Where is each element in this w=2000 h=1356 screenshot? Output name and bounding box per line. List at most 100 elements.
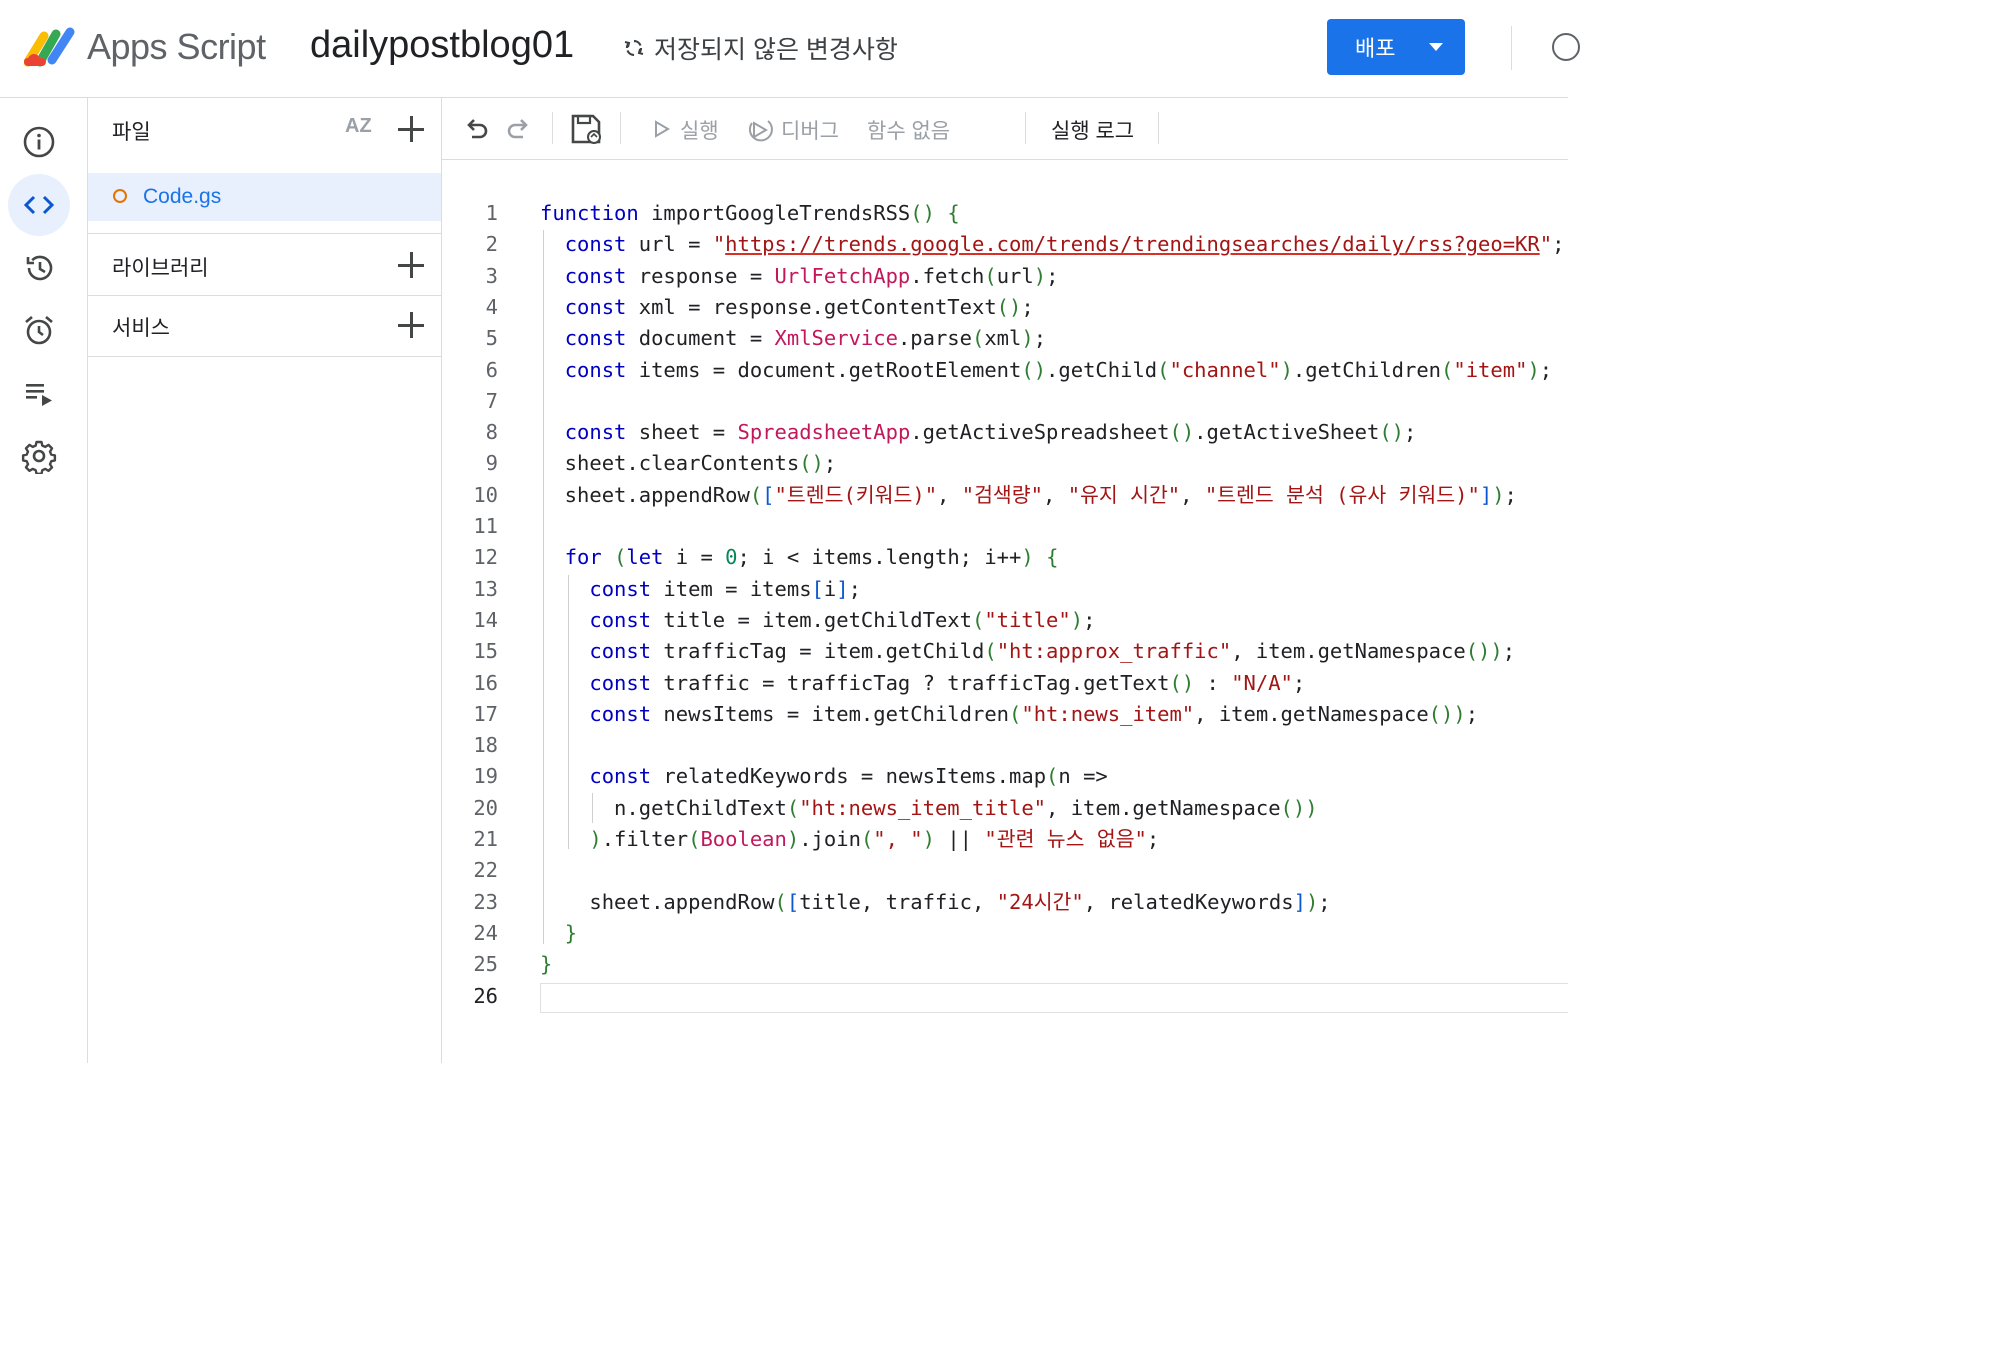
line-source: const traffic = trafficTag ? trafficTag.… — [589, 670, 1306, 695]
line-source: const items = document.getRootElement().… — [564, 357, 1553, 382]
function-select[interactable]: 함수 없음 — [867, 115, 950, 145]
code-line[interactable]: 1 function importGoogleTrendsRSS() { — [442, 198, 1568, 229]
save-icon[interactable] — [569, 112, 603, 146]
line-source: const xml = response.getContentText(); — [564, 294, 1034, 319]
code-line[interactable]: 2 const url = "https://trends.google.com… — [442, 229, 1568, 260]
line-number: 7 — [485, 388, 498, 413]
code-icon — [23, 195, 55, 215]
settings-button[interactable] — [8, 425, 70, 487]
header-divider — [1511, 26, 1512, 70]
line-number: 8 — [485, 420, 498, 445]
line-source: const relatedKeywords = newsItems.map(n … — [589, 764, 1108, 789]
line-source: n.getChildText("ht:news_item_title", ite… — [540, 795, 1318, 820]
help-icon[interactable] — [1552, 33, 1580, 61]
code-line[interactable]: 6 const items = document.getRootElement(… — [442, 355, 1568, 386]
line-number: 17 — [473, 701, 498, 726]
code-line[interactable]: 18 — [442, 730, 1568, 761]
code-line[interactable]: 26 — [442, 981, 1568, 1012]
file-item-code-gs[interactable]: Code.gs — [88, 173, 441, 221]
editor-toolbar: 실행 디버그 함수 없음 실행 로그 — [442, 98, 1568, 160]
code-line[interactable]: 4 const xml = response.getContentText(); — [442, 292, 1568, 323]
libraries-section[interactable]: 라이브러리 — [88, 234, 441, 296]
code-line[interactable]: 10 sheet.appendRow(["트렌드(키워드)", "검색량", "… — [442, 480, 1568, 511]
libraries-label: 라이브러리 — [112, 257, 209, 280]
project-title[interactable]: dailypostblog01 — [310, 24, 574, 67]
code-line[interactable]: 5 const document = XmlService.parse(xml)… — [442, 323, 1568, 354]
overview-button[interactable] — [8, 111, 70, 173]
code-line[interactable]: 23 sheet.appendRow([title, traffic, "24시… — [442, 887, 1568, 918]
execution-log-button[interactable]: 실행 로그 — [1051, 115, 1134, 145]
code-line[interactable]: 8 const sheet = SpreadsheetApp.getActive… — [442, 417, 1568, 448]
toolbar-divider — [1025, 112, 1026, 144]
redo-icon[interactable] — [505, 115, 533, 143]
line-source: const trafficTag = item.getChild("ht:app… — [589, 639, 1516, 664]
line-source: const url = "https://trends.google.com/t… — [564, 232, 1565, 257]
line-number: 21 — [473, 827, 498, 851]
code-line[interactable]: 20 n.getChildText("ht:news_item_title", … — [442, 793, 1568, 824]
history-button[interactable] — [8, 237, 70, 299]
triggers-button[interactable] — [8, 299, 70, 361]
add-file-icon[interactable] — [398, 116, 424, 142]
sync-icon — [624, 39, 644, 57]
line-number: 26 — [473, 983, 498, 1008]
code-line[interactable]: 3 const response = UrlFetchApp.fetch(url… — [442, 261, 1568, 292]
add-service-icon[interactable] — [398, 312, 424, 338]
deploy-button-label: 배포 — [1355, 36, 1396, 61]
history-icon — [26, 255, 53, 281]
line-source: const newsItems = item.getChildren("ht:n… — [589, 701, 1479, 726]
run-icon[interactable] — [654, 120, 670, 138]
line-source: const response = UrlFetchApp.fetch(url); — [564, 263, 1059, 288]
editor-button[interactable] — [8, 174, 70, 236]
code-line[interactable]: 12 for (let i = 0; i < items.length; i++… — [442, 542, 1568, 573]
code-line[interactable]: 25} — [442, 949, 1568, 980]
apps-script-logo-icon[interactable] — [24, 26, 78, 68]
code-line[interactable]: 17 const newsItems = item.getChildren("h… — [442, 699, 1568, 730]
executions-icon — [26, 384, 52, 406]
undo-icon[interactable] — [462, 115, 490, 143]
files-panel: 파일 AZ Code.gs 라이브러리 서비스 — [88, 98, 442, 1063]
line-number: 20 — [473, 795, 498, 820]
debug-icon[interactable] — [748, 117, 774, 143]
app-name[interactable]: Apps Script — [87, 26, 266, 68]
sort-az-icon[interactable]: AZ — [345, 115, 372, 138]
line-number: 15 — [473, 639, 498, 664]
toolbar-divider — [1158, 112, 1159, 144]
line-number: 14 — [473, 607, 498, 632]
line-source: const item = items[i]; — [589, 576, 861, 601]
line-number: 6 — [485, 357, 498, 382]
line-number: 18 — [473, 733, 498, 758]
nav-rail — [0, 98, 88, 1063]
code-line[interactable]: 22 — [442, 855, 1568, 886]
code-line[interactable]: 24 } — [442, 918, 1568, 949]
executions-button[interactable] — [8, 362, 70, 424]
line-number: 1 — [485, 201, 498, 225]
services-section[interactable]: 서비스 — [88, 296, 441, 357]
line-source: const document = XmlService.parse(xml); — [564, 326, 1047, 351]
code-line[interactable]: 14 const title = item.getChildText("titl… — [442, 605, 1568, 636]
code-line[interactable]: 15 const trafficTag = item.getChild("ht:… — [442, 636, 1568, 667]
code-line[interactable]: 11 — [442, 511, 1568, 542]
deploy-button[interactable]: 배포 — [1327, 19, 1465, 75]
line-number: 9 — [485, 451, 498, 476]
run-button[interactable]: 실행 — [680, 115, 719, 145]
gear-icon — [21, 440, 57, 474]
alarm-icon — [25, 316, 53, 345]
code-line[interactable]: 9 sheet.clearContents(); — [442, 448, 1568, 479]
code-editor[interactable]: 1 function importGoogleTrendsRSS() {2 con… — [442, 160, 1568, 1063]
line-source: } — [540, 952, 553, 977]
code-line[interactable]: 13 const item = items[i]; — [442, 574, 1568, 605]
code-line[interactable]: 7 — [442, 386, 1568, 417]
line-number: 4 — [485, 294, 498, 319]
line-source: sheet.appendRow([title, traffic, "24시간",… — [540, 889, 1331, 914]
code-line[interactable]: 21 ).filter(Boolean).join(", ") || "관련 뉴… — [442, 824, 1568, 855]
debug-button[interactable]: 디버그 — [781, 115, 839, 145]
line-number: 16 — [473, 670, 498, 695]
toolbar-divider — [620, 112, 621, 144]
code-line[interactable]: 19 const relatedKeywords = newsItems.map… — [442, 761, 1568, 792]
services-label: 서비스 — [112, 317, 170, 340]
line-number: 12 — [473, 545, 498, 570]
add-library-icon[interactable] — [398, 252, 424, 278]
line-source: ).filter(Boolean).join(", ") || "관련 뉴스 없… — [589, 827, 1160, 851]
files-section: 파일 AZ Code.gs — [88, 98, 441, 234]
code-line[interactable]: 16 const traffic = trafficTag ? trafficT… — [442, 668, 1568, 699]
